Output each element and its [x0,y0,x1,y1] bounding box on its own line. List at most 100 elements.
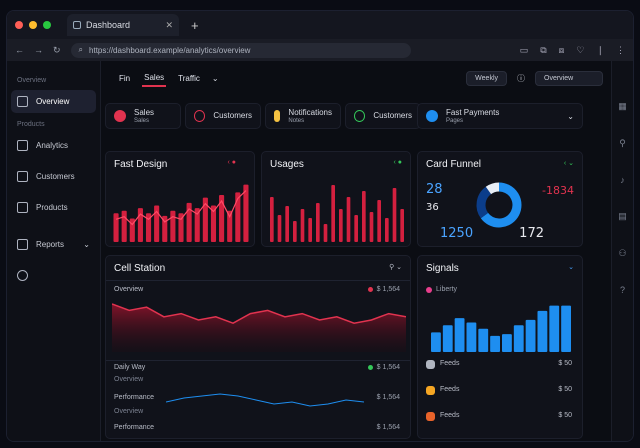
row-label: Feeds [440,386,460,393]
sidebar-item-reports[interactable]: Reports ⌄ [11,233,96,256]
grid-icon[interactable]: ▤ [618,211,627,222]
mic-icon[interactable]: ❘ [596,45,604,56]
station-area-chart [112,303,406,352]
row-label: Feeds [440,412,460,419]
chart-bar [293,221,297,242]
chart-bar [277,215,282,242]
funnel-donut-chart [476,182,522,228]
row-sub: Overview [114,376,144,383]
legend: $ 1,564 [367,286,400,293]
browser-window: Dashboard ✕ + ← → ↻ ⌕ https://dashboard.… [6,10,634,442]
maximize-window-button[interactable] [43,21,51,29]
calendar-icon[interactable]: ▦ [618,101,627,112]
row-value: $ 50 [558,360,572,367]
sidebar-item-customers[interactable]: Customers [11,165,96,188]
forward-icon[interactable]: → [34,45,43,55]
chart-bar [308,218,312,242]
row-label: Feeds [440,360,460,367]
arrow-icon: ‹ ● [227,159,236,166]
chart-bar [362,191,366,242]
chart-bar [525,319,536,352]
filter-button[interactable]: Weekly [466,70,507,86]
settings-icon [17,270,28,281]
chevron-down-icon[interactable]: ‹ ⌄ [564,159,574,167]
chart-bar [454,318,465,352]
donut-slice [476,186,492,219]
info-icon[interactable]: ⓘ [517,73,525,84]
stat-title: Fast Payments Pages [446,108,500,124]
filter-icon[interactable]: ⚲ ⌄ [389,263,402,271]
row-sub: Overview [114,408,144,415]
back-icon[interactable]: ← [15,45,24,55]
row-value: $ 50 [558,412,572,419]
tab-fin[interactable]: Fin [117,71,132,86]
top-toolbar: Fin Sales Traffic ⌄ Weekly ⓘ Overview [109,61,603,95]
help-icon[interactable]: ? [620,285,625,295]
sidebar-item-products[interactable]: Products [11,196,96,219]
legend: Liberty [426,286,457,293]
person-icon[interactable]: ⚇ [618,248,626,259]
bookmark-icon[interactable]: ⧉ [540,45,546,56]
cast-icon[interactable]: ▭ [520,45,529,56]
stat-icon [274,110,281,122]
home-icon [17,96,28,107]
close-tab-icon[interactable]: ✕ [165,20,173,31]
chart-bar [466,322,477,352]
date-select[interactable]: Overview [535,70,603,86]
stat-card[interactable]: Customers [185,103,261,129]
chevron-down-icon[interactable]: ⌄ [568,263,574,271]
chart-icon [17,140,28,151]
signals-bar-chart [431,305,571,352]
stat-sub: Notes [288,118,305,124]
chevron-down-icon[interactable]: ⌄ [212,74,219,83]
tab-sales[interactable]: Sales [142,70,167,87]
menu-icon[interactable]: ⋮ [616,45,625,56]
station-card: Cell Station ⚲ ⌄ Overview $ 1,564 Daily … [105,255,411,439]
chevron-down-icon[interactable]: ⌄ [567,112,574,121]
chart-bar [170,210,176,242]
row-label: Performance [114,424,155,431]
chart-bar [243,184,249,242]
minimize-window-button[interactable] [29,21,37,29]
reload-icon[interactable]: ↻ [53,45,61,56]
sales-bar-chart [113,184,249,242]
legend: $ 1,564 [376,424,400,431]
stat-card[interactable]: Notifications Notes [265,103,341,129]
area-fill [112,304,406,352]
browser-tab[interactable]: Dashboard ✕ [67,14,179,36]
funnel-value-left: 28 [426,182,443,197]
chart-bar [270,197,274,242]
sidebar-item-label: Analytics [36,141,69,150]
bell-icon[interactable]: ♪ [620,175,625,185]
stat-card[interactable]: Fast Payments Pages ⌄ [417,103,583,129]
chart-bar [561,305,571,352]
stat-card[interactable]: Sales Sales [105,103,181,129]
search-icon: ⌕ [78,45,84,54]
sidebar-item-label: Reports [36,240,65,249]
sidebar-item-analytics[interactable]: Analytics [11,134,96,157]
filter-icon[interactable]: ⚲ [619,138,626,149]
close-window-button[interactable] [15,21,23,29]
extension-icon[interactable]: ⧈ [559,45,565,56]
folder-icon [17,239,28,250]
tab-traffic[interactable]: Traffic [176,71,202,86]
chart-bar [478,328,489,352]
chart-bar [490,335,500,352]
page-icon [73,21,81,29]
new-tab-button[interactable]: + [191,18,199,33]
sidebar-item-settings[interactable] [11,264,96,287]
chart-bar [385,218,389,242]
url-field[interactable]: ⌕ https://dashboard.example/analytics/ov… [70,42,411,58]
like-icon[interactable]: ♡ [576,45,584,56]
chart-bar [431,332,441,352]
stat-title: Notifications Notes [288,108,332,124]
signals-card: Signals ⌄ Liberty Feeds $ 50 Feeds $ 50 Feed… [417,255,583,439]
chart-bar [537,310,548,352]
stat-icon [114,110,126,122]
funnel-value-mid: 36 [426,202,439,213]
sidebar-item-overview[interactable]: Overview [11,90,96,113]
stat-card[interactable]: Customers [345,103,421,129]
right-toolbar: ▦ ⚲ ♪ ▤ ⚇ ? [611,61,633,441]
chart-bar [549,305,560,352]
stat-sub: Pages [446,118,464,124]
